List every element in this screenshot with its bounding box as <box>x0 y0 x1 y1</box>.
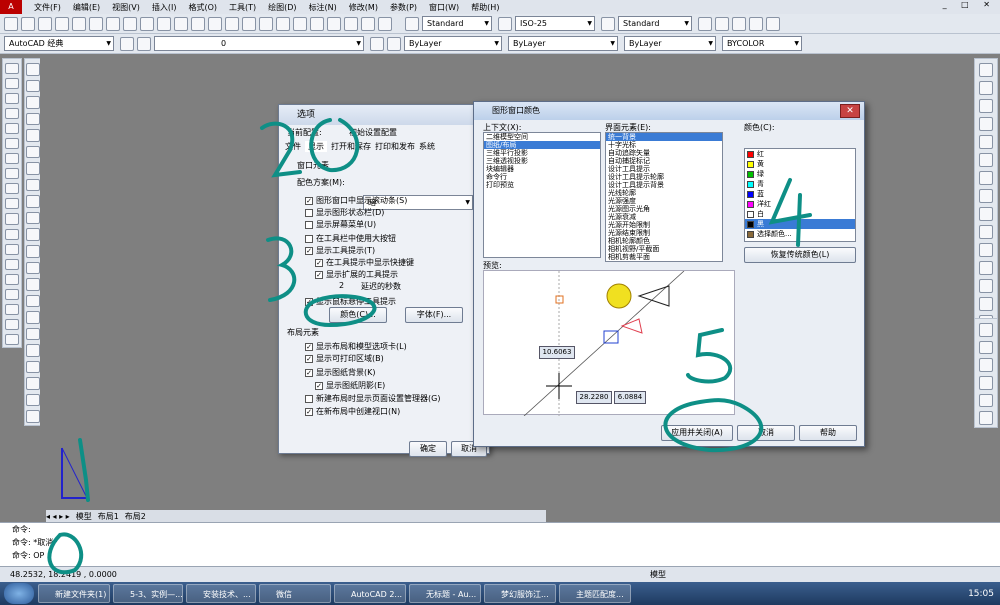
annotation-1-circle <box>47 532 84 575</box>
annotation-5-stroke <box>686 328 733 384</box>
annotation-layer <box>47 118 812 575</box>
annotation-4-stroke <box>768 178 812 247</box>
annotation-3-circle <box>303 294 377 328</box>
annotation-1-stroke <box>78 438 90 502</box>
annotation-2-stroke <box>260 121 302 178</box>
annotation-5-circle <box>663 398 764 453</box>
annotation-3-stroke <box>266 236 297 302</box>
annotation-2-circle <box>309 118 360 173</box>
